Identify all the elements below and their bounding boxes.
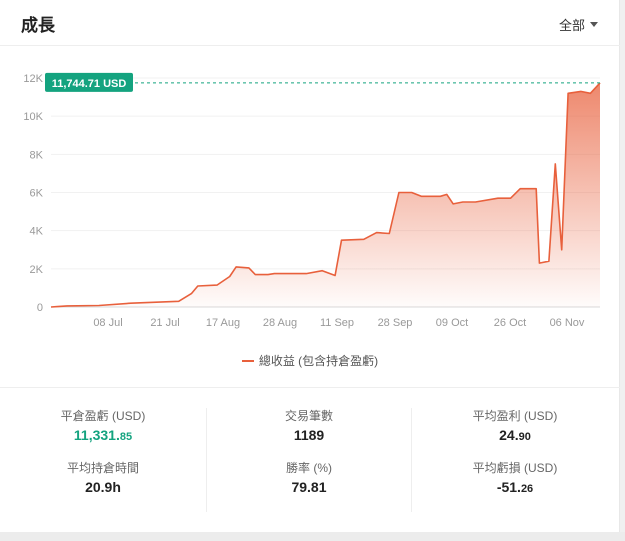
stats-panel: 平倉盈虧 (USD) 11,331.85 平均持倉時間 20.9h 交易筆數 1… xyxy=(0,388,620,518)
y-tick-label: 10K xyxy=(23,111,43,123)
stat-win-rate: 勝率 (%) 79.81 xyxy=(207,460,411,512)
y-tick-label: 6K xyxy=(30,188,44,200)
y-tick-label: 8K xyxy=(30,149,44,161)
period-filter-dropdown[interactable]: 全部 xyxy=(559,15,598,34)
x-tick-label: 28 Aug xyxy=(263,317,297,329)
x-tick-label: 21 Jul xyxy=(150,317,179,329)
current-value-label: 11,744.71 USD xyxy=(52,78,127,90)
stat-avg-loss: 平均虧損 (USD) -51.26 xyxy=(412,460,618,512)
stat-value: 11,331.85 xyxy=(73,427,133,443)
stats-column-3: 平均盈利 (USD) 24.90 平均虧損 (USD) -51.26 xyxy=(412,408,618,512)
caret-down-icon xyxy=(590,22,598,27)
x-tick-label: 06 Nov xyxy=(550,317,585,329)
x-tick-label: 17 Aug xyxy=(206,317,240,329)
stat-value: 20.9h xyxy=(85,479,121,495)
stat-label: 勝率 (%) xyxy=(286,461,332,475)
stat-value: 1189 xyxy=(293,427,325,443)
stat-label: 平均盈利 (USD) xyxy=(472,409,558,423)
growth-chart: 0 2K 4K 6K 8K 10K 12K 08 Jul 21 Jul 17 Aug 28 Aug 1… xyxy=(23,72,601,329)
card-header: 成長 全部 xyxy=(0,0,620,46)
stat-label: 平倉盈虧 (USD) xyxy=(60,409,146,423)
y-tick-label: 12K xyxy=(23,73,43,85)
x-tick-label: 26 Oct xyxy=(494,317,526,329)
x-tick-label: 11 Sep xyxy=(320,317,354,329)
y-tick-label: 2K xyxy=(30,264,44,276)
legend-swatch xyxy=(241,359,254,362)
growth-card: 成長 全部 0 2K 4K 6K 8K 10K 12K 08 Jul 21 Jul 17 Aug 2… xyxy=(0,0,620,532)
x-tick-label: 08 Jul xyxy=(93,317,122,329)
stat-value: 79.81 xyxy=(291,479,327,495)
y-tick-label: 0 xyxy=(37,302,43,314)
period-filter-label: 全部 xyxy=(558,18,585,33)
stat-value: -51.26 xyxy=(496,479,534,495)
stats-column-2: 交易筆數 1189 勝率 (%) 79.81 xyxy=(206,408,412,512)
y-tick-label: 4K xyxy=(30,226,44,238)
stat-value: 24.90 xyxy=(499,427,531,443)
page-footer-strip xyxy=(0,532,625,541)
x-tick-label: 28 Sep xyxy=(378,317,413,329)
stat-label: 平均持倉時間 xyxy=(66,461,139,475)
card-title: 成長 xyxy=(21,16,55,35)
stat-avg-profit: 平均盈利 (USD) 24.90 xyxy=(412,408,618,460)
stat-label: 平均虧損 (USD) xyxy=(472,461,558,475)
legend-label: 總收益 (包含持倉盈虧) xyxy=(258,354,379,368)
x-tick-label: 09 Oct xyxy=(436,317,468,329)
stat-closed-pnl: 平倉盈虧 (USD) 11,331.85 xyxy=(0,408,206,460)
chart-legend[interactable]: 總收益 (包含持倉盈虧) xyxy=(0,352,620,369)
stat-label: 交易筆數 xyxy=(284,409,333,423)
stats-column-1: 平倉盈虧 (USD) 11,331.85 平均持倉時間 20.9h xyxy=(0,408,206,512)
stat-avg-hold-time: 平均持倉時間 20.9h xyxy=(0,460,206,512)
stat-trade-count: 交易筆數 1189 xyxy=(207,408,411,460)
